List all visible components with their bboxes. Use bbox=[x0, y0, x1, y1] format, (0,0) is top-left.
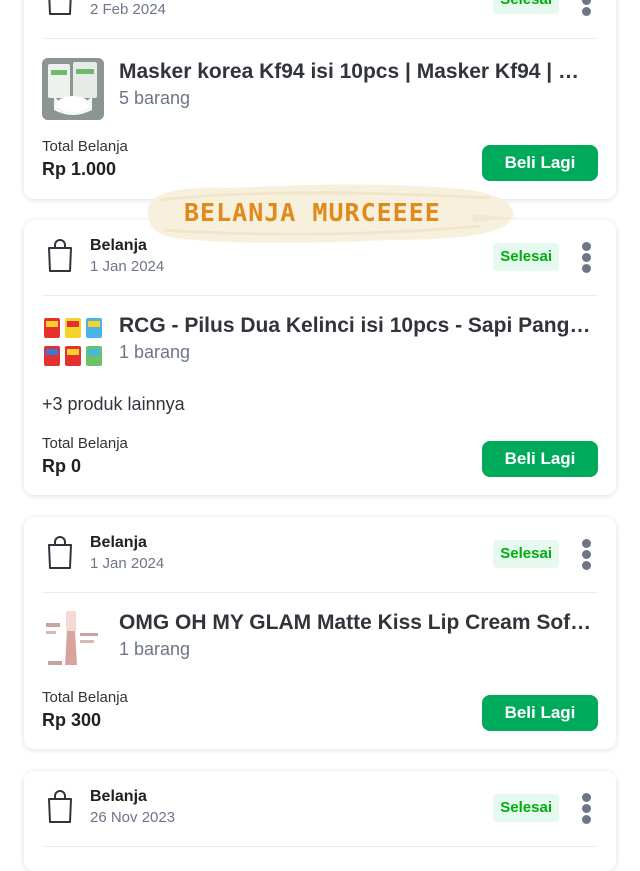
mask-product-image bbox=[42, 58, 104, 120]
order-header: Belanja 1 Jan 2024 Selesai bbox=[24, 517, 616, 592]
total-value: Rp 1.000 bbox=[42, 159, 117, 179]
brush-stroke-overlay: BELANJA MURCEEEE bbox=[140, 178, 520, 248]
divider bbox=[42, 846, 598, 847]
product-name[interactable]: Masker korea Kf94 isi 10pcs | Masker Kf9… bbox=[119, 60, 596, 84]
product-thumbnail[interactable] bbox=[42, 312, 104, 374]
product-thumbnail[interactable] bbox=[42, 58, 104, 120]
buy-again-button[interactable]: Beli Lagi bbox=[482, 441, 598, 477]
product-name[interactable]: RCG - Pilus Dua Kelinci isi 10pcs - Sapi… bbox=[119, 314, 596, 338]
lip-cream-product-image bbox=[42, 609, 104, 671]
order-card[interactable]: Belanja 1 Jan 2024 Selesai OMG OH MY GLA… bbox=[24, 517, 616, 749]
more-options-icon[interactable] bbox=[581, 793, 593, 825]
more-options-icon[interactable] bbox=[581, 539, 593, 571]
buy-again-button[interactable]: Beli Lagi bbox=[482, 145, 598, 181]
shopping-bag-icon bbox=[48, 0, 72, 15]
more-products-link[interactable]: +3 produk lainnya bbox=[42, 394, 185, 415]
shopping-bag-icon bbox=[48, 790, 72, 823]
total-label: Total Belanja bbox=[42, 435, 128, 452]
product-thumbnail[interactable] bbox=[42, 609, 104, 671]
order-card[interactable]: Belanja 1 Jan 2024 Selesai RCG - Pilus D… bbox=[24, 220, 616, 495]
status-badge: Selesai bbox=[493, 0, 559, 14]
total-label: Total Belanja bbox=[42, 689, 128, 706]
total-label: Total Belanja bbox=[42, 138, 128, 155]
snack-product-image bbox=[42, 312, 104, 374]
status-badge: Selesai bbox=[493, 540, 559, 568]
order-type-label: Belanja bbox=[90, 237, 147, 254]
divider bbox=[42, 295, 598, 296]
status-badge: Selesai bbox=[493, 794, 559, 822]
shopping-bag-icon bbox=[48, 239, 72, 272]
product-quantity: 1 barang bbox=[119, 342, 191, 362]
more-options-icon[interactable] bbox=[581, 242, 593, 274]
order-date: 2 Feb 2024 bbox=[90, 1, 166, 18]
order-card[interactable]: Belanja 26 Nov 2023 Selesai bbox=[24, 771, 616, 871]
order-header: Belanja 26 Nov 2023 Selesai bbox=[24, 771, 616, 846]
product-name[interactable]: OMG OH MY GLAM Matte Kiss Lip Cream Soft… bbox=[119, 611, 596, 635]
total-value: Rp 300 bbox=[42, 710, 102, 730]
order-header: 2 Feb 2024 Selesai bbox=[24, 0, 616, 38]
product-quantity: 5 barang bbox=[119, 88, 191, 108]
divider bbox=[42, 38, 598, 39]
order-type-label: Belanja bbox=[90, 534, 147, 551]
order-type-label: Belanja bbox=[90, 788, 147, 805]
overlay-text: BELANJA MURCEEEE bbox=[184, 198, 441, 227]
order-card[interactable]: 2 Feb 2024 Selesai Masker korea Kf94 isi… bbox=[24, 0, 616, 199]
order-date: 1 Jan 2024 bbox=[90, 258, 165, 275]
divider bbox=[42, 592, 598, 593]
shopping-bag-icon bbox=[48, 536, 72, 569]
total-value: Rp 0 bbox=[42, 456, 82, 476]
more-options-icon[interactable] bbox=[581, 0, 593, 17]
order-date: 1 Jan 2024 bbox=[90, 555, 165, 572]
buy-again-button[interactable]: Beli Lagi bbox=[482, 695, 598, 731]
order-date: 26 Nov 2023 bbox=[90, 809, 176, 826]
product-quantity: 1 barang bbox=[119, 639, 191, 659]
